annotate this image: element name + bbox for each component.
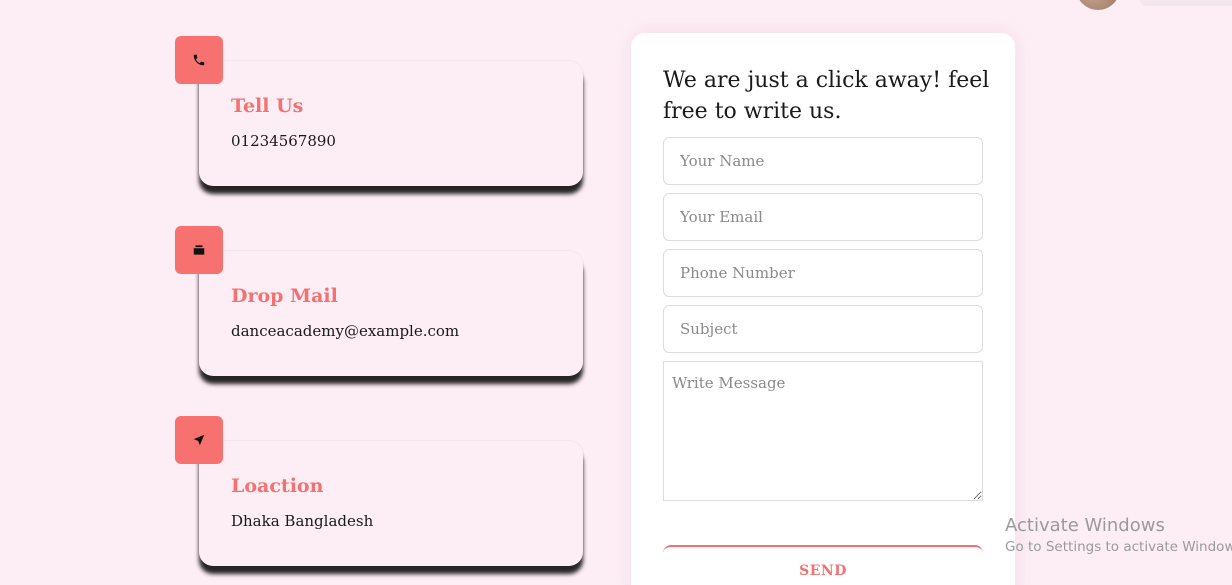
contact-card-value: Dhaka Bangladesh (231, 512, 374, 530)
location-badge (175, 416, 223, 464)
contact-card-title: Drop Mail (231, 285, 338, 307)
mail-icon (193, 245, 205, 255)
contact-card-body: Loaction Dhaka Bangladesh (199, 441, 583, 566)
phone-badge (175, 36, 223, 84)
phone-icon (193, 54, 205, 66)
form-heading: We are just a click away! feel free to w… (663, 68, 990, 124)
email-input[interactable] (663, 193, 983, 241)
watermark-title: Activate Windows (1005, 515, 1165, 536)
contact-page: Tell Us 01234567890 Drop Mail danceacade… (0, 0, 1232, 585)
contact-card-value: 01234567890 (231, 132, 336, 150)
contact-form: We are just a click away! feel free to w… (631, 33, 1015, 585)
contact-card-value: danceacademy@example.com (231, 322, 460, 340)
user-avatar[interactable] (1076, 0, 1120, 10)
location-arrow-icon (193, 434, 205, 446)
contact-card-body: Drop Mail danceacademy@example.com (199, 251, 583, 376)
send-button[interactable]: SEND (663, 545, 983, 585)
activate-windows-watermark: Activate Windows Go to Settings to activ… (1005, 515, 1232, 557)
watermark-subtitle: Go to Settings to activate Windows. (1005, 539, 1232, 555)
contact-card-title: Tell Us (231, 95, 304, 117)
mail-badge (175, 226, 223, 274)
contact-card-body: Tell Us 01234567890 (199, 61, 583, 186)
phone-input[interactable] (663, 249, 983, 297)
subject-input[interactable] (663, 305, 983, 353)
message-textarea[interactable] (663, 361, 983, 501)
contact-card-title: Loaction (231, 475, 324, 497)
name-input[interactable] (663, 137, 983, 185)
top-nav-element (1140, 0, 1232, 6)
